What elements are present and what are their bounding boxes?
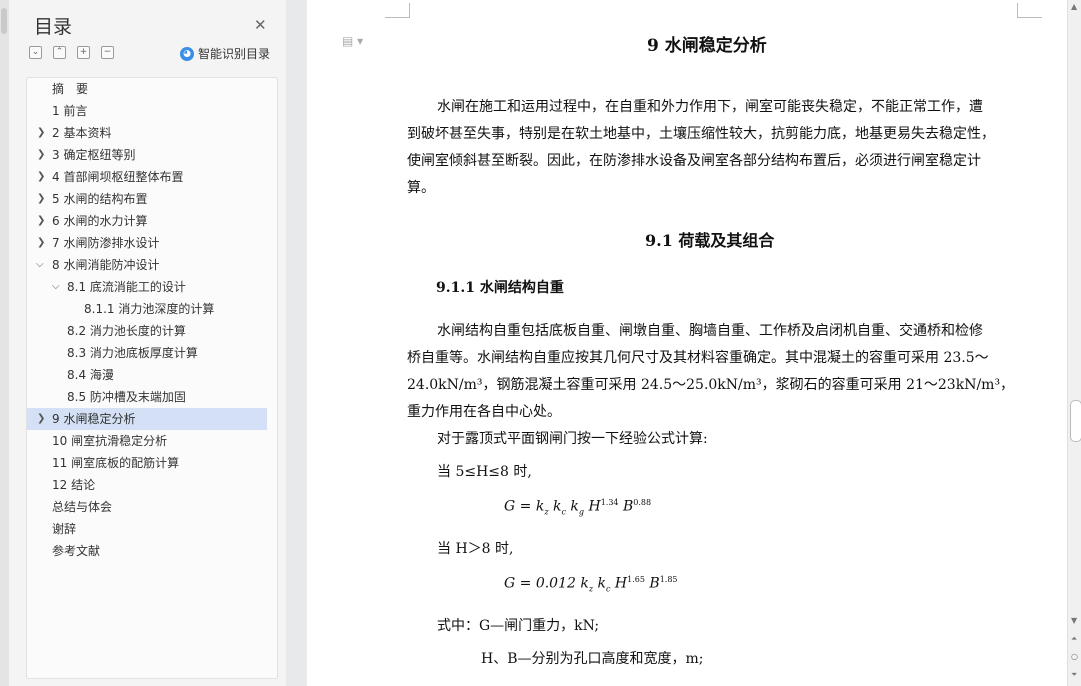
toc-item[interactable]: 总结与体会 xyxy=(27,496,267,518)
toc-item-label: 8.3 消力池底板厚度计算 xyxy=(67,346,198,360)
chevron-right-icon[interactable]: ❯ xyxy=(37,232,45,254)
toc-item[interactable]: ❯ 4 首部闸坝枢纽整体布置 xyxy=(27,166,267,188)
equation-2: G = 0.012 kz kc H1.65 B1.85 xyxy=(504,575,678,594)
toc-item-label: 谢辞 xyxy=(52,522,77,536)
paragraph-line: 算。 xyxy=(407,180,435,196)
chevron-right-icon[interactable]: ❯ xyxy=(37,210,45,232)
toc-item-label: 8.2 消力池长度的计算 xyxy=(67,324,186,338)
toc-item[interactable]: 摘 要 xyxy=(27,78,267,100)
heading-3: 9.1.1 水闸结构自重 xyxy=(436,280,564,296)
paragraph-line: 对于露顶式平面钢闸门按一下经验公式计算: xyxy=(437,431,708,447)
paragraph-line: 水闸结构自重包括底板自重、闸墩自重、胸墙自重、工作桥及启闭机自重、交通桥和检修 xyxy=(437,323,983,339)
paragraph-line: 24.0kN/m³，钢筋混凝土容重可采用 24.5～25.0kN/m³，浆砌石的… xyxy=(407,377,1015,393)
paragraph-line: 式中：G—闸门重力，kN; xyxy=(437,618,600,634)
toc-item[interactable]: ⌵ 8 水闸消能防冲设计 xyxy=(27,254,267,276)
expand-icon[interactable]: ⌃ xyxy=(53,46,66,59)
toc-item-label: 5 水闸的结构布置 xyxy=(52,192,148,206)
heading-2: 9.1 荷载及其组合 xyxy=(645,231,775,250)
heading-1: 9 水闸稳定分析 xyxy=(647,36,767,56)
page-gutter xyxy=(286,0,307,686)
paragraph-line: 桥自重等。水闸结构自重应按其几何尺寸及其材料容重确定。其中混凝土的容重可采用 2… xyxy=(407,350,989,366)
toc-item-label: 10 闸室抗滑稳定分析 xyxy=(52,434,168,448)
toc-item[interactable]: 8.3 消力池底板厚度计算 xyxy=(27,342,267,364)
toc-item[interactable]: ❯ 5 水闸的结构布置 xyxy=(27,188,267,210)
toc-item-label: 6 水闸的水力计算 xyxy=(52,214,148,228)
toc-item[interactable]: 1 前言 xyxy=(27,100,267,122)
chevron-right-icon[interactable]: ❯ xyxy=(37,188,45,210)
toc-item-label: 11 闸室底板的配筋计算 xyxy=(52,456,180,470)
next-page-icon[interactable]: ⏷ xyxy=(1071,670,1077,680)
chevron-right-icon[interactable]: ❯ xyxy=(37,122,45,144)
toc-item-label: 参考文献 xyxy=(52,544,101,558)
toc-item[interactable]: 12 结论 xyxy=(27,474,267,496)
toc-item-label: 8 水闸消能防冲设计 xyxy=(52,258,160,272)
smart-toc-button[interactable]: ◕ 智能识别目录 xyxy=(180,45,270,62)
toc-item[interactable]: 8.1.1 消力池深度的计算 xyxy=(27,298,267,320)
toc-item[interactable]: 11 闸室底板的配筋计算 xyxy=(27,452,267,474)
toc-scrollbar-thumb[interactable] xyxy=(1,8,7,34)
toc-item-label: 4 首部闸坝枢纽整体布置 xyxy=(52,170,184,184)
toc-item-label: 摘 要 xyxy=(52,82,89,96)
paragraph-line: 水闸在施工和运用过程中，在自重和外力作用下，闸室可能丧失稳定，不能正常工作，遭 xyxy=(437,99,983,115)
toc-scrollbar[interactable] xyxy=(0,0,9,686)
equation-1: G = kz kc kg H1.34 B0.88 xyxy=(504,498,652,517)
toc-item[interactable]: ❯ 6 水闸的水力计算 xyxy=(27,210,267,232)
prev-page-icon[interactable]: ⏶ xyxy=(1071,634,1077,644)
toc-item[interactable]: 谢辞 xyxy=(27,518,267,540)
toc-item-label: 7 水闸防渗排水设计 xyxy=(52,236,160,250)
paragraph-line: 到破坏甚至失事，特别是在软土地基中，土壤压缩性较大，抗剪能力底，地基更易失去稳定… xyxy=(407,126,995,142)
condition-text: 当 H＞8 时, xyxy=(437,541,514,557)
chevron-right-icon[interactable]: ❯ xyxy=(37,408,45,430)
toc-item[interactable]: ⌵ 8.1 底流消能工的设计 xyxy=(27,276,267,298)
smart-toc-icon: ◕ xyxy=(180,46,194,61)
close-icon[interactable]: ✕ xyxy=(254,16,267,34)
toc-item[interactable]: ❯ 3 确定枢纽等别 xyxy=(27,144,267,166)
scroll-up-icon[interactable]: ▲ xyxy=(1071,2,1077,11)
toc-item-label: 8.1.1 消力池深度的计算 xyxy=(84,302,215,316)
toc-item[interactable]: 10 闸室抗滑稳定分析 xyxy=(27,430,267,452)
scrollbar-thumb[interactable] xyxy=(1070,400,1081,442)
toc-title: 目录 xyxy=(34,16,73,38)
toc-item-label: 8.4 海漫 xyxy=(67,368,114,382)
toc-item[interactable]: 8.5 防冲槽及末端加固 xyxy=(27,386,267,408)
paragraph-line: 使闸室倾斜甚至断裂。因此，在防渗排水设备及闸室各部分结构布置后，必须进行闸室稳定… xyxy=(407,153,981,169)
toc-item-label: 8.1 底流消能工的设计 xyxy=(67,280,186,294)
document-page[interactable]: 9 水闸稳定分析 水闸在施工和运用过程中，在自重和外力作用下，闸室可能丧失稳定，… xyxy=(307,0,1067,686)
vertical-scrollbar[interactable]: ▲ ▼ ⏶ ○ ⏷ xyxy=(1067,0,1081,686)
toc-panel: 目录 ✕ ⌄ ⌃ + − ◕ 智能识别目录 摘 要 1 前言 ❯ 2 基本资料 ❯… xyxy=(0,0,287,686)
toc-item-label: 1 前言 xyxy=(52,104,88,118)
toc-item-label: 8.5 防冲槽及末端加固 xyxy=(67,390,186,404)
scroll-down-icon[interactable]: ▼ xyxy=(1071,616,1077,625)
chevron-down-icon[interactable]: ⌵ xyxy=(36,254,44,276)
chevron-right-icon[interactable]: ❯ xyxy=(37,166,45,188)
toc-item-label: 3 确定枢纽等别 xyxy=(52,148,136,162)
toc-item-label: 总结与体会 xyxy=(52,500,113,514)
remove-icon[interactable]: − xyxy=(101,46,114,59)
toc-item-label: 9 水闸稳定分析 xyxy=(52,412,136,426)
page-corner-mark xyxy=(1017,3,1042,18)
paragraph-line: 重力作用在各自中心处。 xyxy=(407,404,561,420)
select-browse-icon[interactable]: ○ xyxy=(1071,652,1078,661)
toc-list: 摘 要 1 前言 ❯ 2 基本资料 ❯ 3 确定枢纽等别 ❯ 4 首部闸坝枢纽整体布置… xyxy=(26,77,278,679)
chevron-right-icon[interactable]: ❯ xyxy=(37,144,45,166)
toc-item[interactable]: ❯ 7 水闸防渗排水设计 xyxy=(27,232,267,254)
toc-item[interactable]: 8.2 消力池长度的计算 xyxy=(27,320,267,342)
toc-item[interactable]: 参考文献 xyxy=(27,540,267,562)
toc-item-label: 12 结论 xyxy=(52,478,96,492)
toc-item-selected[interactable]: ❯ 9 水闸稳定分析 xyxy=(27,408,267,430)
smart-toc-label: 智能识别目录 xyxy=(198,47,271,61)
document-menu-icon[interactable]: ▤ ▾ xyxy=(342,34,363,48)
page-corner-mark xyxy=(385,3,410,18)
condition-text: 当 5≤H≤8 时, xyxy=(437,464,532,480)
add-icon[interactable]: + xyxy=(77,46,90,59)
chevron-down-icon[interactable]: ⌵ xyxy=(52,276,60,298)
collapse-all-icon[interactable]: ⌄ xyxy=(29,46,42,59)
toc-item-label: 2 基本资料 xyxy=(52,126,112,140)
toc-item[interactable]: 8.4 海漫 xyxy=(27,364,267,386)
toc-item[interactable]: ❯ 2 基本资料 xyxy=(27,122,267,144)
paragraph-line: H、B—分别为孔口高度和宽度，m; xyxy=(481,651,704,667)
